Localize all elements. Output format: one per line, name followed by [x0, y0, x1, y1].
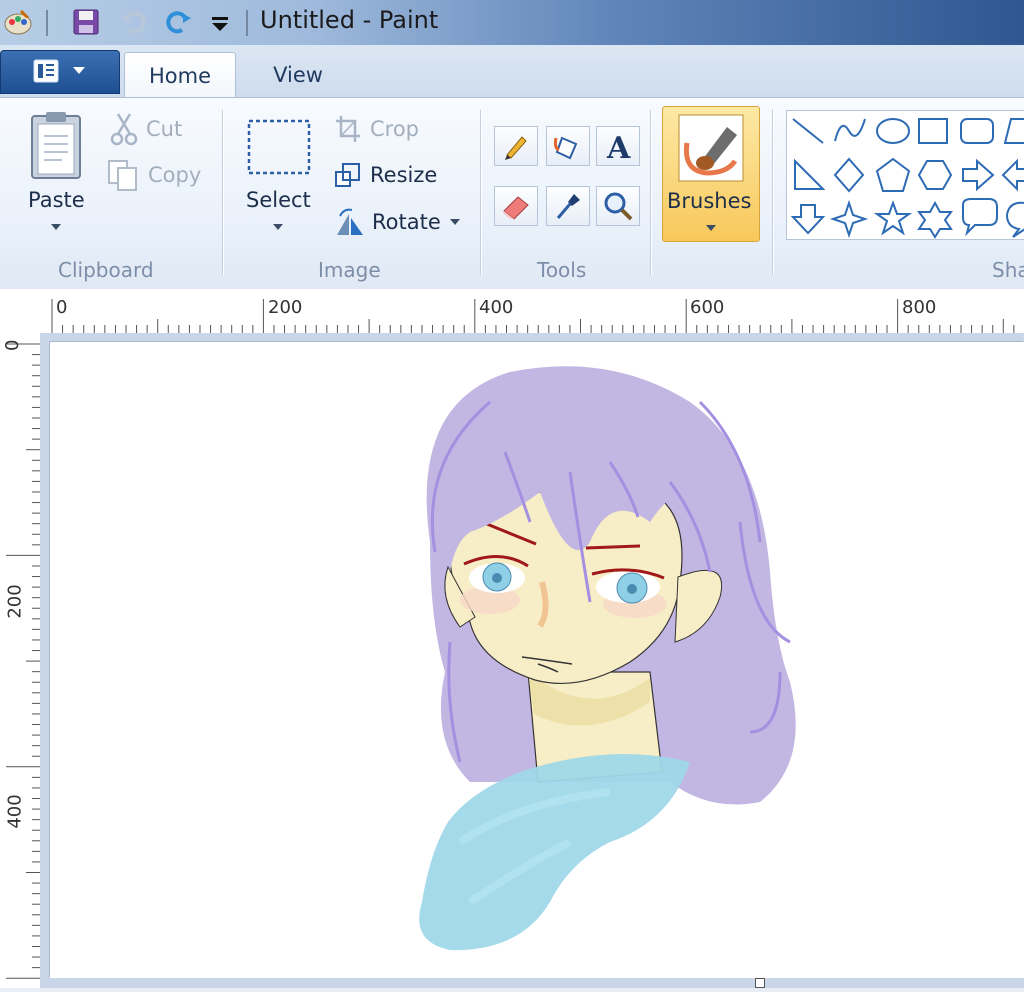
- pencil-icon: [505, 136, 527, 160]
- rotate-label: Rotate: [372, 210, 441, 234]
- fill-tool[interactable]: [546, 126, 590, 166]
- chevron-down-icon: [449, 219, 460, 225]
- paint-app-icon[interactable]: [2, 6, 34, 38]
- toolbar-separator: [246, 10, 248, 36]
- crop-icon: [336, 116, 360, 142]
- eyedropper-icon: [556, 194, 580, 219]
- ruler-label: 400: [4, 794, 26, 829]
- cut-button[interactable]: Cut: [110, 112, 182, 146]
- triangle-shape-icon: [794, 158, 826, 190]
- save-icon[interactable]: [70, 6, 102, 38]
- rounded-callout-shape-icon: [962, 198, 998, 237]
- window-title: Untitled - Paint: [260, 6, 439, 34]
- copy-icon: [108, 160, 137, 191]
- copy-button[interactable]: Copy: [106, 158, 201, 192]
- rotate-button[interactable]: Rotate: [334, 206, 461, 238]
- oval-shape-icon: [876, 118, 910, 144]
- redo-icon[interactable]: [162, 6, 194, 38]
- left-pupil: [492, 573, 502, 583]
- ruler-label: 600: [690, 297, 725, 318]
- vertical-ruler: 0 200 400: [0, 333, 41, 988]
- group-divider: [480, 110, 481, 275]
- ruler-label: 800: [902, 297, 937, 318]
- curve-shape-icon: [834, 118, 866, 142]
- tools-group-label: Tools: [537, 258, 587, 282]
- magnifier-icon: [604, 192, 633, 221]
- pencil-tool[interactable]: [494, 126, 538, 166]
- chevron-down-icon: [706, 225, 716, 231]
- canvas-resize-handle[interactable]: [755, 978, 765, 988]
- shapes-gallery-icons: [790, 118, 1024, 239]
- right-pupil: [627, 584, 637, 594]
- group-divider: [650, 110, 651, 275]
- resize-icon: [335, 163, 360, 187]
- character-drawing: [419, 366, 796, 951]
- left-arrow-shape-icon: [1001, 158, 1024, 192]
- brushes-label: Brushes: [667, 189, 752, 213]
- oval-callout-shape-icon: [1005, 201, 1024, 238]
- menu-icon: [33, 59, 85, 83]
- image-group-label: Image: [318, 258, 381, 282]
- brushes-button[interactable]: Brushes: [662, 106, 760, 242]
- shapes-gallery[interactable]: [786, 110, 1024, 240]
- paste-button[interactable]: Paste: [28, 188, 85, 212]
- five-point-star-shape-icon: [873, 200, 913, 236]
- rounded-rectangle-shape-icon: [960, 118, 994, 144]
- paint-bucket-icon: [553, 136, 578, 160]
- hexagon-shape-icon: [917, 160, 953, 190]
- four-point-star-shape-icon: [829, 199, 869, 239]
- resize-label: Resize: [370, 163, 438, 187]
- tab-home[interactable]: Home: [124, 52, 236, 99]
- undo-icon[interactable]: [118, 6, 150, 38]
- ruler-label: 400: [479, 297, 514, 318]
- group-divider: [222, 110, 223, 275]
- chevron-down-icon[interactable]: [271, 222, 285, 232]
- eraser-icon: [503, 196, 529, 220]
- chevron-down-icon[interactable]: [49, 222, 63, 232]
- ruler-label: 0: [2, 339, 23, 351]
- select-button[interactable]: Select: [246, 188, 311, 212]
- down-arrow-shape-icon: [790, 204, 826, 235]
- line-shape-icon: [792, 118, 824, 144]
- horizontal-ruler: 0 200 400 600 800: [0, 289, 1024, 334]
- brush-icon: [678, 114, 744, 182]
- paint-menu-button[interactable]: [0, 50, 120, 94]
- clipboard-group-label: Clipboard: [58, 258, 154, 282]
- color-picker-tool[interactable]: [546, 186, 590, 226]
- vertical-ruler-ticks: [6, 343, 40, 979]
- diamond-shape-icon: [833, 157, 865, 193]
- cut-label: Cut: [146, 117, 183, 141]
- copy-label: Copy: [148, 163, 202, 187]
- select-icon[interactable]: [246, 118, 312, 176]
- crop-label: Crop: [370, 117, 420, 141]
- shapes-group-label: Sha: [992, 258, 1024, 282]
- eraser-tool[interactable]: [494, 186, 538, 226]
- svg-text:A: A: [606, 131, 631, 162]
- ruler-label: 200: [268, 297, 303, 318]
- tab-view[interactable]: View: [248, 52, 348, 98]
- scissors-icon: [110, 113, 138, 146]
- customize-toolbar-icon[interactable]: [204, 6, 236, 38]
- ruler-label: 0: [56, 297, 68, 318]
- right-arrow-shape-icon: [962, 158, 995, 192]
- pentagon-shape-icon: [875, 157, 911, 192]
- right-brow: [585, 544, 641, 550]
- polygon-shape-icon: [1003, 118, 1024, 144]
- rotate-icon: [337, 208, 363, 235]
- resize-button[interactable]: Resize: [334, 160, 437, 190]
- text-tool[interactable]: A: [596, 126, 640, 166]
- text-icon: A: [606, 131, 631, 162]
- paste-icon[interactable]: [28, 110, 88, 182]
- toolbar-separator: [46, 10, 48, 36]
- title-bar: Untitled - Paint: [0, 0, 1024, 46]
- six-point-star-shape-icon: [917, 200, 953, 239]
- rectangle-shape-icon: [918, 118, 948, 144]
- drawing-canvas[interactable]: [50, 342, 1024, 978]
- ruler-label: 200: [4, 584, 26, 619]
- group-divider: [772, 110, 773, 275]
- crop-button[interactable]: Crop: [334, 114, 419, 144]
- magnifier-tool[interactable]: [596, 186, 640, 226]
